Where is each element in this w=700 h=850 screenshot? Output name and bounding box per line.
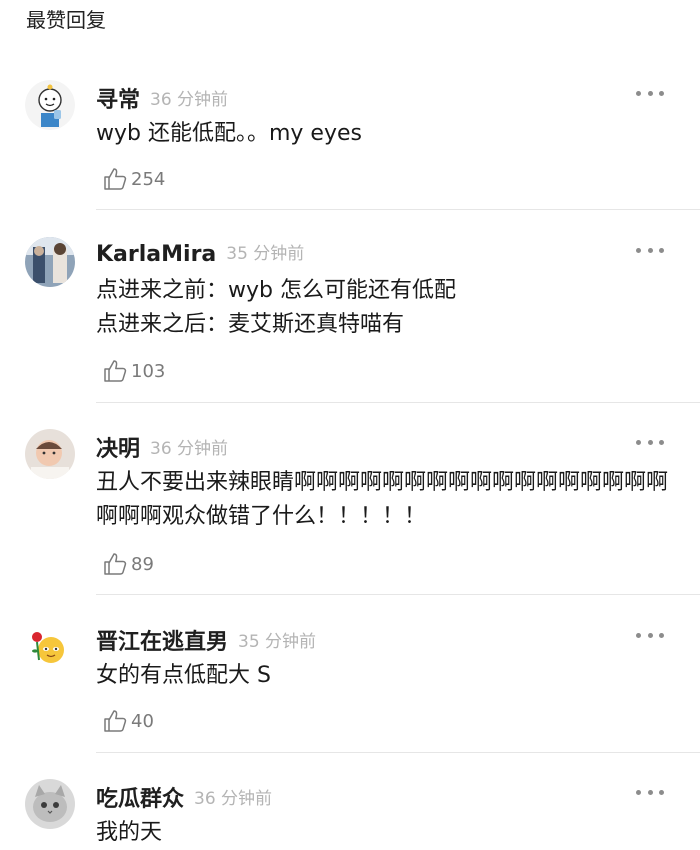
comment-text: 丑人不要出来辣眼睛啊啊啊啊啊啊啊啊啊啊啊啊啊啊啊啊啊啊啊啊观众做错了什么！！！！… [96,470,669,529]
thumb-up-icon [104,360,127,382]
author-name[interactable]: 吃瓜群众 [96,787,184,812]
avatar[interactable] [25,622,75,672]
divider [96,402,700,403]
divider [96,209,700,210]
cat-avatar-icon [25,779,75,829]
thumb-up-icon [104,553,127,575]
more-options-button[interactable] [636,787,664,797]
thumb-up-icon [104,168,127,190]
comment-author[interactable]: 决明 36 分钟前 [96,431,228,463]
comment-time: 36 分钟前 [194,789,273,809]
more-options-button[interactable] [636,88,664,98]
avatar[interactable] [25,779,75,829]
like-count: 103 [131,360,166,382]
comment-author[interactable]: 晋江在逃直男 35 分钟前 [96,624,316,656]
avatar[interactable] [25,429,75,479]
like-button[interactable]: 103 [102,358,165,384]
comment-author[interactable]: KarlaMira 35 分钟前 [96,239,304,267]
comment-time: 36 分钟前 [150,439,229,459]
divider [96,594,700,595]
rose-emoji-avatar-icon [25,622,75,672]
more-options-button[interactable] [636,437,664,447]
avatar[interactable] [25,80,75,130]
comment-time: 36 分钟前 [150,90,229,110]
like-button[interactable]: 40 [102,708,154,734]
baby-photo-avatar-icon [25,429,75,479]
comment-author[interactable]: 吃瓜群众 36 分钟前 [96,781,272,813]
avatar[interactable] [25,237,75,287]
like-button[interactable]: 89 [102,551,154,577]
like-count: 89 [131,553,154,575]
more-options-button[interactable] [636,245,664,255]
comment-author[interactable]: 寻常 36 分钟前 [96,82,228,114]
like-count: 254 [131,168,166,190]
author-name[interactable]: 晋江在逃直男 [96,630,228,655]
like-count: 40 [131,710,154,732]
comment-text: wyb 还能低配。。my eyes [96,121,362,146]
like-button[interactable]: 254 [102,166,165,192]
divider [96,752,700,753]
author-name[interactable]: 寻常 [96,88,140,113]
comment-text: 女的有点低配大 S [96,663,271,688]
section-title: 最赞回复 [26,8,106,32]
thumb-up-icon [104,710,127,732]
comment-time: 35 分钟前 [226,244,305,264]
comment-time: 35 分钟前 [238,632,317,652]
comment-text: 点进来之前：wyb 怎么可能还有低配 点进来之后：麦艾斯还真特喵有 [96,278,456,337]
photo-avatar-icon [25,237,75,287]
author-name[interactable]: 决明 [96,437,140,462]
cartoon-avatar-icon [25,80,75,130]
author-name[interactable]: KarlaMira [96,242,216,267]
more-options-button[interactable] [636,630,664,640]
